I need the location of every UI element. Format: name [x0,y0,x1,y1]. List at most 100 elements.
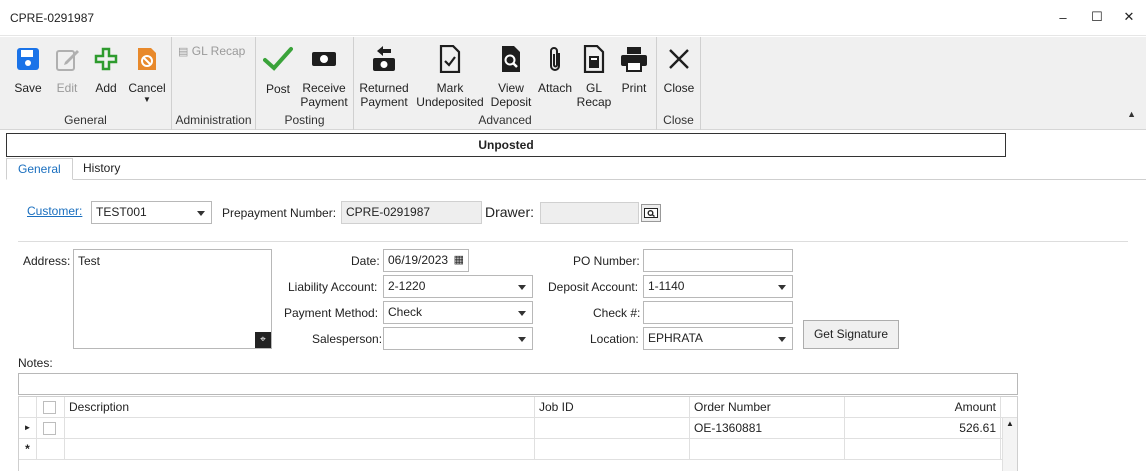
tab-strip: General History [6,158,1146,180]
chevron-down-icon: ▼ [143,95,151,104]
grid-header-row: Description Job ID Order Number Amount [19,397,1017,418]
document-icon: ▤ [178,46,189,58]
group-label-advanced: Advanced [478,113,532,127]
row-checkbox[interactable] [43,422,56,435]
gl-recap-button[interactable]: GL Recap [576,41,612,109]
column-header-order-number[interactable]: Order Number [690,397,845,418]
get-signature-button[interactable]: Get Signature [803,320,899,349]
date-picker[interactable]: 06/19/2023 ▦ [383,249,469,272]
post-label: Post [265,82,290,96]
view-deposit-button[interactable]: View Deposit [488,41,534,109]
liability-account-select[interactable]: 2-1220 [383,275,533,298]
group-label-administration: Administration [175,113,252,127]
tab-history[interactable]: History [72,158,131,180]
table-row[interactable]: ► OE-1360881 526.61 [19,418,1017,439]
row-select-cell [37,418,65,439]
gl-recap-label-1: GL [585,81,602,95]
notes-label: Notes: [18,356,53,370]
column-header-description[interactable]: Description [65,397,535,418]
cell-description[interactable] [65,418,535,439]
calendar-icon[interactable]: ▦ [454,250,464,271]
returned-payment-button[interactable]: Returned Payment [358,41,410,109]
edit-button[interactable]: Edit [52,41,82,95]
attach-button[interactable]: Attach [536,41,574,95]
ribbon-toolbar: Save Edit Add Cancel ▼ General ▤ GL Reca… [0,37,1146,130]
row-indicator-header [19,397,37,418]
grid-scrollbar[interactable]: ▲ [1002,418,1017,471]
add-button[interactable]: Add [90,41,122,95]
prepayment-number-label: Prepayment Number: [222,206,337,220]
salesperson-label: Salesperson: [312,332,383,346]
customer-link[interactable]: Customer: [27,204,82,218]
map-location-icon[interactable]: ⌖ [255,332,271,348]
mark-undeposited-label-1: Mark [436,81,464,95]
check-number-label: Check #: [593,306,641,320]
cancel-button[interactable]: Cancel ▼ [126,41,168,105]
location-select[interactable]: EPHRATA [643,327,793,350]
new-cell-amount[interactable] [845,439,1001,460]
po-number-input[interactable] [643,249,793,272]
new-cell-order-number[interactable] [690,439,845,460]
new-cell-description[interactable] [65,439,535,460]
returned-payment-label-1: Returned [359,81,409,95]
maximize-button[interactable]: ☐ [1082,6,1112,28]
close-x-icon [663,43,695,75]
returned-payment-icon [368,43,400,75]
receive-payment-label-1: Receive [302,81,346,95]
post-button[interactable]: Post [262,41,294,96]
ribbon-group-general: Save Edit Add Cancel ▼ General [0,37,172,130]
collapse-ribbon-icon[interactable]: ▲ [1127,109,1136,119]
drawer-search-button[interactable] [641,204,661,222]
scroll-up-icon[interactable]: ▲ [1003,418,1017,430]
new-row[interactable]: * [19,439,1017,460]
returned-payment-label-2: Payment [360,95,408,109]
status-banner: Unposted [6,133,1006,157]
payment-method-select[interactable]: Check [383,301,533,324]
document-search-icon [495,43,527,75]
group-label-posting: Posting [284,113,325,127]
gl-recap-label-2: Recap [576,95,612,109]
line-items-grid: Description Job ID Order Number Amount ►… [18,396,1018,471]
address-textarea[interactable]: Test [73,249,272,349]
mark-undeposited-label-2: Undeposited [416,95,484,109]
chevron-down-icon [518,285,526,290]
salesperson-select[interactable] [383,327,533,350]
deposit-account-select[interactable]: 1-1140 [643,275,793,298]
view-deposit-label-2: Deposit [490,95,532,109]
gl-recap-small-button[interactable]: ▤ GL Recap [178,44,252,59]
window-title: CPRE-0291987 [10,11,95,25]
calculator-document-icon [578,43,610,75]
address-value: Test [78,254,101,268]
ribbon-group-close: Close Close [657,37,701,130]
mark-undeposited-button[interactable]: Mark Undeposited [414,41,486,109]
close-label: Close [663,81,695,95]
minimize-button[interactable]: – [1048,6,1078,28]
check-number-input[interactable] [643,301,793,324]
customer-value: TEST001 [96,205,147,219]
address-label: Address: [23,254,71,268]
cell-job-id[interactable] [535,418,690,439]
divider [18,241,1128,242]
chevron-down-icon [778,285,786,290]
new-cell-job-id[interactable] [535,439,690,460]
cell-order-number[interactable]: OE-1360881 [690,418,845,439]
money-icon [308,43,340,75]
edit-icon [52,43,84,75]
customer-select[interactable]: TEST001 [91,201,212,224]
close-window-button[interactable]: ✕ [1114,6,1144,28]
chevron-down-icon [778,337,786,342]
close-button[interactable]: Close [661,41,697,95]
location-label: Location: [590,332,639,346]
column-header-job-id[interactable]: Job ID [535,397,690,418]
select-all-checkbox[interactable] [43,401,56,414]
column-header-amount[interactable]: Amount [845,397,1001,418]
receive-payment-button[interactable]: Receive Payment [298,41,350,109]
new-row-marker-icon: * [19,439,37,460]
group-label-close: Close [663,113,694,127]
print-button[interactable]: Print [616,41,652,95]
tab-general[interactable]: General [6,158,73,180]
title-bar: CPRE-0291987 – ☐ ✕ [0,0,1146,36]
cell-amount[interactable]: 526.61 [845,418,1001,439]
notes-input[interactable] [18,373,1018,395]
save-button[interactable]: Save [10,41,46,95]
